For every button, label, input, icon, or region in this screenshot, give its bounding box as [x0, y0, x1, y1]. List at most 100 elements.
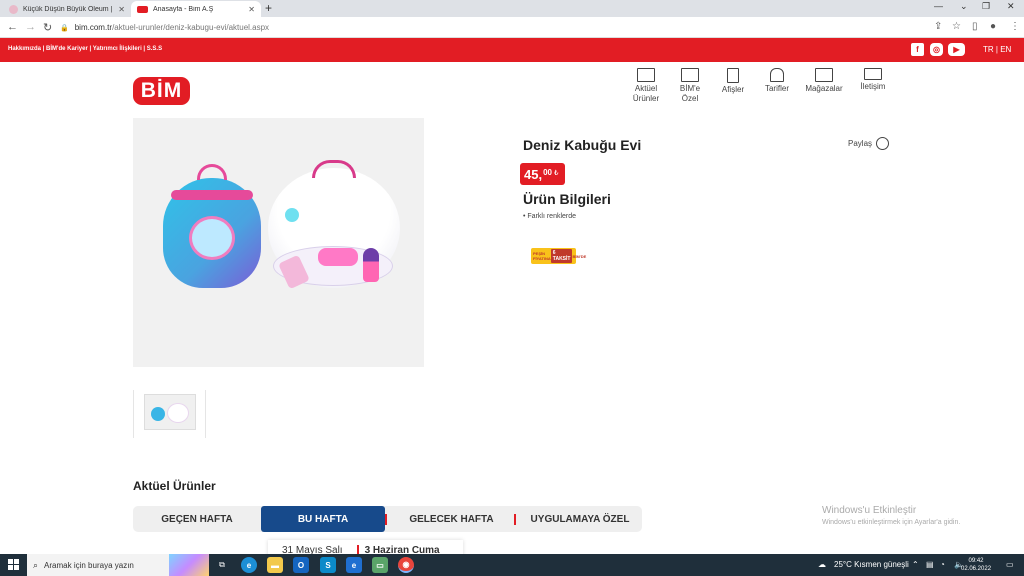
product-thumbnail[interactable] [133, 390, 206, 438]
bookmark-star-icon[interactable]: ☆ [952, 21, 961, 32]
badge-main-text: 6 TAKSİT [550, 249, 573, 263]
catalog-icon [637, 68, 655, 82]
weather-text[interactable]: 25°C Kısmen güneşli [834, 560, 909, 569]
toy-doll-image [363, 248, 379, 282]
tab-bu-hafta[interactable]: BU HAFTA [261, 506, 385, 532]
taskbar-search-placeholder: Aramak için buraya yazın [44, 560, 134, 570]
aktuel-section-title: Aktüel Ürünler [133, 479, 216, 493]
badge-bottom-text: BİM'DE [572, 253, 587, 259]
share-icon[interactable] [876, 137, 890, 150]
outlook-icon[interactable]: O [293, 557, 309, 573]
browser-tab-pep[interactable]: Küçük Düşün Büyük Oleum | Pep ✕ [3, 1, 131, 17]
weather-icon[interactable]: ☁ [818, 560, 826, 569]
chef-hat-icon [770, 68, 784, 82]
browser-tab-title: Küçük Düşün Büyük Oleum | Pep [23, 5, 114, 13]
bim-special-icon [681, 68, 699, 82]
lock-icon: 🔒 [60, 24, 69, 32]
back-icon[interactable]: ← [7, 21, 18, 33]
instagram-icon[interactable]: ◎ [930, 43, 943, 56]
nav-aktuel-urunler[interactable]: Aktüel Ürünler [631, 68, 661, 104]
share-page-icon[interactable]: ⇪ [934, 21, 942, 32]
chevron-up-icon[interactable]: ⌃ [912, 560, 919, 569]
browser-tab-bim[interactable]: Anasayfa - Bim A.Ş ✕ [131, 1, 261, 17]
nav-label-line1: Aktüel [634, 84, 658, 93]
close-tab-icon[interactable]: ✕ [248, 5, 255, 14]
internet-explorer-icon[interactable]: e [346, 557, 362, 573]
system-clock[interactable]: 09:42 02.06.2022 [961, 557, 991, 573]
mail-icon [864, 68, 882, 80]
nav-label-line1: Tarifler [764, 84, 789, 93]
week-tabs: GEÇEN HAFTA BU HAFTA GELECEK HAFTA UYGUL… [133, 506, 642, 532]
side-panel-icon[interactable]: ▯ [972, 21, 978, 32]
close-tab-icon[interactable]: ✕ [118, 5, 125, 14]
browser-tab-title: Anasayfa - Bim A.Ş [153, 5, 214, 13]
windows-start-icon[interactable] [8, 559, 19, 570]
tab-gecen-hafta[interactable]: GEÇEN HAFTA [133, 506, 261, 532]
corporate-links[interactable]: Hakkımızda | BİM'de Kariyer | Yatırımcı … [8, 46, 162, 52]
product-title: Deniz Kabuğu Evi [523, 137, 642, 153]
language-switcher[interactable]: TR | EN [983, 45, 1011, 54]
search-highlight-image [169, 554, 209, 576]
poster-icon [727, 68, 739, 83]
youtube-icon[interactable]: ▶ [948, 43, 965, 56]
product-main-image[interactable] [133, 118, 424, 367]
nav-label-line1: Mağazalar [805, 84, 843, 93]
thumbnail-image [144, 394, 196, 430]
task-view-icon[interactable]: ⧉ [214, 557, 230, 573]
product-info-item: • Farklı renklerde [523, 213, 577, 220]
nav-label-line1: Afişler [721, 85, 745, 94]
nav-bime-ozel[interactable]: BİM'e Özel [675, 68, 705, 104]
nav-tarifler[interactable]: Tarifler [761, 68, 793, 94]
url-host: bim.com.tr [74, 23, 113, 32]
tab-favicon [9, 4, 18, 14]
badge-top-text: PEŞİN FİYATINA [533, 251, 551, 261]
new-tab-icon[interactable]: + [265, 1, 272, 15]
reload-icon[interactable]: ↻ [43, 21, 52, 34]
watermark-title: Windows'u Etkinleştir [822, 505, 917, 516]
windows-taskbar: ⌕ Aramak için buraya yazın ⧉ e ▬ O S e ▭… [0, 554, 1024, 576]
toy-packaging-image [163, 164, 261, 288]
file-explorer-icon[interactable]: ▬ [267, 557, 283, 573]
forward-icon[interactable]: → [25, 21, 36, 33]
profile-avatar-icon[interactable]: ● [990, 21, 996, 32]
edge-icon[interactable]: e [241, 557, 257, 573]
chrome-icon[interactable]: ◉ [398, 557, 414, 573]
facebook-icon[interactable]: f [911, 43, 924, 56]
price-fraction: 00 [543, 168, 552, 177]
url-field[interactable]: 🔒 bim.com.tr/aktuel-urunler/deniz-kabugu… [60, 20, 920, 35]
share-button[interactable]: Paylaş [848, 137, 890, 150]
tab-divider [385, 514, 387, 525]
nav-label-line2: Ürünler [632, 94, 660, 103]
clock-date: 02.06.2022 [961, 566, 992, 572]
site-top-bar: Hakkımızda | BİM'de Kariyer | Yatırımcı … [0, 38, 1024, 62]
nav-magazalar[interactable]: Mağazalar [804, 68, 844, 94]
restore-icon[interactable]: ❐ [982, 1, 990, 12]
minimize-icon[interactable]: — [934, 1, 943, 11]
share-label: Paylaş [848, 139, 873, 148]
tab-gelecek-hafta[interactable]: GELECEK HAFTA [389, 506, 514, 532]
windows-activation-watermark: Windows'u Etkinleştir Windows'u etkinleş… [822, 505, 960, 526]
taskbar-search-box[interactable]: ⌕ Aramak için buraya yazın [27, 554, 209, 576]
search-icon: ⌕ [33, 559, 39, 570]
close-window-icon[interactable]: ✕ [1007, 1, 1015, 12]
store-icon [815, 68, 833, 82]
chevron-down-icon[interactable]: ⌄ [960, 1, 968, 12]
photos-app-icon[interactable]: ▭ [372, 557, 388, 573]
price-tag: 45, 00 ₺ [520, 163, 565, 185]
browser-menu-icon[interactable]: ⋮ [1010, 21, 1020, 32]
notifications-icon[interactable]: ▭ [1006, 560, 1014, 569]
tab-uygulamaya-ozel[interactable]: UYGULAMAYA ÖZEL [518, 506, 642, 532]
bim-logo[interactable]: BİM [133, 77, 190, 105]
price-whole: 45, [524, 167, 543, 182]
currency-symbol: ₺ [553, 170, 559, 177]
nav-label-line1: BİM'e [679, 84, 701, 93]
nav-iletisim[interactable]: İletişim [858, 68, 888, 92]
clock-time: 09:42 [968, 558, 984, 564]
network-icon[interactable]: ▤ [926, 560, 934, 569]
product-info-heading: Ürün Bilgileri [523, 191, 611, 207]
wifi-icon[interactable]: ◔ [940, 560, 945, 569]
nav-afisler[interactable]: Afişler [718, 68, 748, 95]
nav-label-line1: İletişim [860, 82, 886, 91]
skype-icon[interactable]: S [320, 557, 336, 573]
address-bar-row: ← → ↻ 🔒 bim.com.tr/aktuel-urunler/deniz-… [0, 17, 1024, 38]
